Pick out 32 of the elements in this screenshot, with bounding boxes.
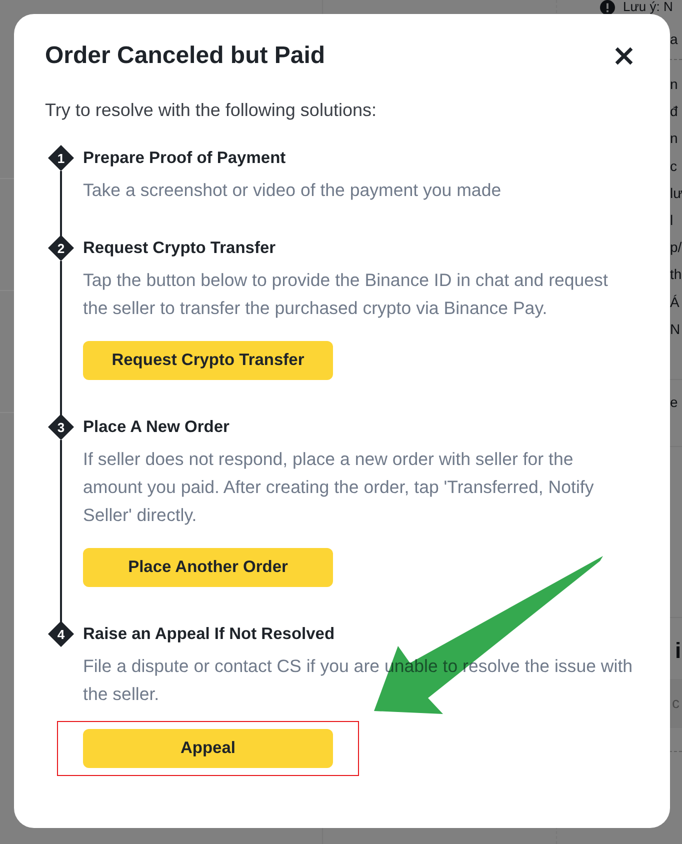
notice-line: n bbox=[670, 129, 678, 148]
intro-text: Try to resolve with the following solutions: bbox=[45, 99, 378, 122]
notice-line: Á bbox=[670, 292, 680, 312]
notice-line: l bbox=[670, 211, 674, 230]
step-number: 4 bbox=[48, 621, 74, 647]
notice-text: a bbox=[670, 30, 678, 49]
close-button[interactable] bbox=[614, 46, 634, 66]
step-description: Tap the button below to provide the Binance ID in chat and request the seller to transfer the purchased crypto via Binance Pay. bbox=[83, 269, 609, 320]
step-title: Request Crypto Transfer bbox=[83, 238, 277, 259]
step-number: 3 bbox=[48, 414, 74, 440]
dialog-title: Order Canceled but Paid bbox=[45, 41, 326, 71]
step-description: Take a screenshot or video of the payment you made bbox=[83, 179, 502, 202]
notice-line: p/ bbox=[670, 238, 682, 258]
notice-line: đ bbox=[670, 102, 678, 122]
step-title: Place A New Order bbox=[83, 417, 230, 438]
notice-line: th bbox=[670, 265, 682, 284]
step-number: 2 bbox=[48, 235, 74, 261]
close-icon bbox=[614, 46, 634, 66]
row-text: e bbox=[670, 393, 678, 412]
action-button[interactable]: Place Another Order bbox=[83, 548, 333, 587]
notice-line: n bbox=[670, 75, 678, 94]
step-title: Prepare Proof of Payment bbox=[83, 148, 287, 169]
step-number: 1 bbox=[48, 145, 74, 171]
notice-line: c bbox=[670, 156, 677, 176]
step-description: If seller does not respond, place a new order with seller for the amount you paid. After creating the order, tap 'Transferred, Notify Seller' directly. bbox=[83, 448, 595, 527]
notice-line: lư bbox=[670, 184, 682, 203]
action-button[interactable]: Request Crypto Transfer bbox=[83, 341, 333, 380]
section-heading: i bbox=[675, 637, 682, 666]
notice-line: N bbox=[670, 320, 680, 339]
step-title: Raise an Appeal If Not Resolved bbox=[83, 624, 336, 645]
notice-title: Lưu ý: N bbox=[623, 0, 673, 14]
action-button[interactable]: Appeal bbox=[83, 729, 333, 768]
